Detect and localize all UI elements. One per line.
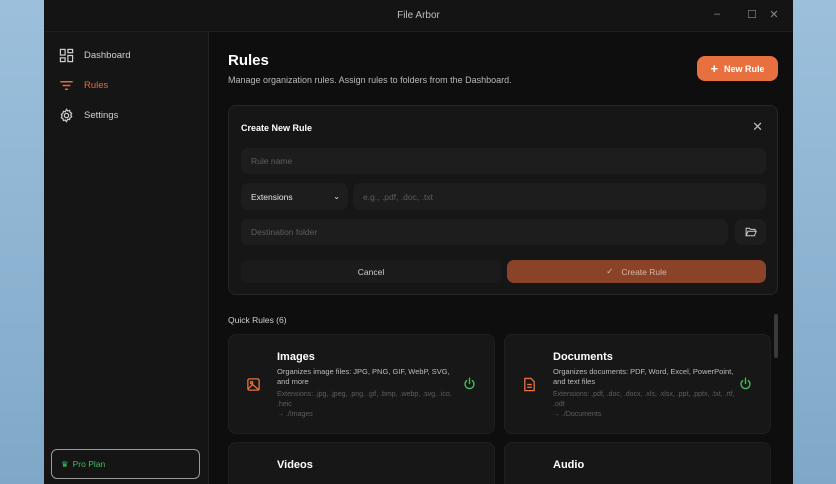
card-details: Extensions: .pdf, .doc, .docx, .xls, .xl… (553, 390, 738, 420)
card-description: Organizes image files: JPG, PNG, GIF, We… (277, 367, 450, 386)
sidebar-item-settings[interactable]: Settings (59, 108, 118, 123)
sidebar-item-rules[interactable]: Rules (59, 78, 108, 93)
document-icon (524, 377, 535, 392)
quick-rule-card-videos[interactable]: Videos (228, 442, 495, 484)
maximize-icon[interactable]: ☐ (744, 8, 760, 21)
card-destination: → ./Images (277, 411, 313, 418)
sidebar-item-label: Settings (84, 110, 119, 121)
page-title: Rules (228, 52, 269, 69)
dashboard-icon (59, 48, 74, 63)
quick-rule-card-audio[interactable]: Audio (504, 442, 771, 484)
create-rule-button[interactable]: ✓ Create Rule (507, 260, 766, 283)
sidebar-item-dashboard[interactable]: Dashboard (59, 48, 130, 63)
card-title: Audio (553, 459, 585, 471)
folder-open-icon (744, 227, 757, 237)
minimize-icon[interactable]: – (709, 8, 725, 20)
card-extensions: Extensions: .pdf, .doc, .docx, .xls, .xl… (553, 391, 735, 408)
sidebar-item-label: Rules (84, 80, 109, 91)
card-destination: → ./Documents (553, 411, 602, 418)
gear-icon (60, 108, 73, 123)
scrollbar[interactable] (774, 314, 778, 358)
rule-type-select[interactable]: Extensions ⌄ (241, 183, 348, 210)
card-title: Images (277, 351, 315, 363)
new-rule-button[interactable]: + New Rule (697, 56, 778, 81)
check-icon: ✓ (606, 266, 614, 276)
create-rule-form: Create New Rule ✕ Rule name Extensions ⌄… (228, 105, 778, 295)
window-title: File Arbor (397, 10, 440, 21)
card-extensions: Extensions: .jpg, .jpeg, .png, .gif, .bm… (277, 391, 452, 408)
close-icon[interactable]: ✕ (752, 119, 763, 135)
image-icon (247, 378, 260, 391)
crown-icon: ♛ (61, 458, 69, 469)
create-rule-label: Create Rule (621, 266, 667, 277)
sidebar-item-label: Dashboard (84, 50, 131, 61)
card-title: Documents (553, 351, 613, 363)
browse-folder-button[interactable] (735, 219, 766, 245)
app-window: File Arbor – ☐ ✕ Dashboard Rules Setting… (44, 0, 793, 484)
pro-plan-button[interactable]: ♛ Pro Plan (51, 449, 200, 479)
quick-rule-card-documents[interactable]: Documents Organizes documents: PDF, Word… (504, 334, 771, 434)
main-content: Rules Manage organization rules. Assign … (210, 32, 793, 484)
form-title: Create New Rule (241, 123, 313, 133)
title-bar: File Arbor – ☐ ✕ (44, 0, 793, 32)
quick-rule-card-images[interactable]: Images Organizes image files: JPG, PNG, … (228, 334, 495, 434)
rule-name-input[interactable]: Rule name (241, 148, 766, 174)
card-details: Extensions: .jpg, .jpeg, .png, .gif, .bm… (277, 390, 462, 420)
cancel-button[interactable]: Cancel (241, 260, 501, 283)
quick-rules-title: Quick Rules (6) (228, 315, 287, 325)
destination-folder-input[interactable]: Destination folder (241, 219, 728, 245)
new-rule-label: New Rule (724, 63, 765, 74)
plan-label: Pro Plan (72, 459, 106, 469)
power-icon[interactable] (463, 377, 476, 390)
card-description: Organizes documents: PDF, Word, Excel, P… (553, 367, 734, 386)
filter-icon (60, 81, 73, 90)
chevron-down-icon: ⌄ (333, 192, 340, 201)
close-window-icon[interactable]: ✕ (766, 8, 782, 21)
power-icon[interactable] (739, 377, 752, 390)
page-subtitle: Manage organization rules. Assign rules … (228, 75, 512, 85)
cancel-label: Cancel (357, 266, 385, 277)
card-title: Videos (277, 459, 313, 471)
extensions-input[interactable]: e.g., .pdf, .doc, .txt (353, 183, 766, 210)
plus-icon: + (710, 61, 719, 76)
sidebar: Dashboard Rules Settings ♛ Pro Plan (44, 32, 209, 484)
rule-type-value: Extensions (251, 191, 293, 202)
